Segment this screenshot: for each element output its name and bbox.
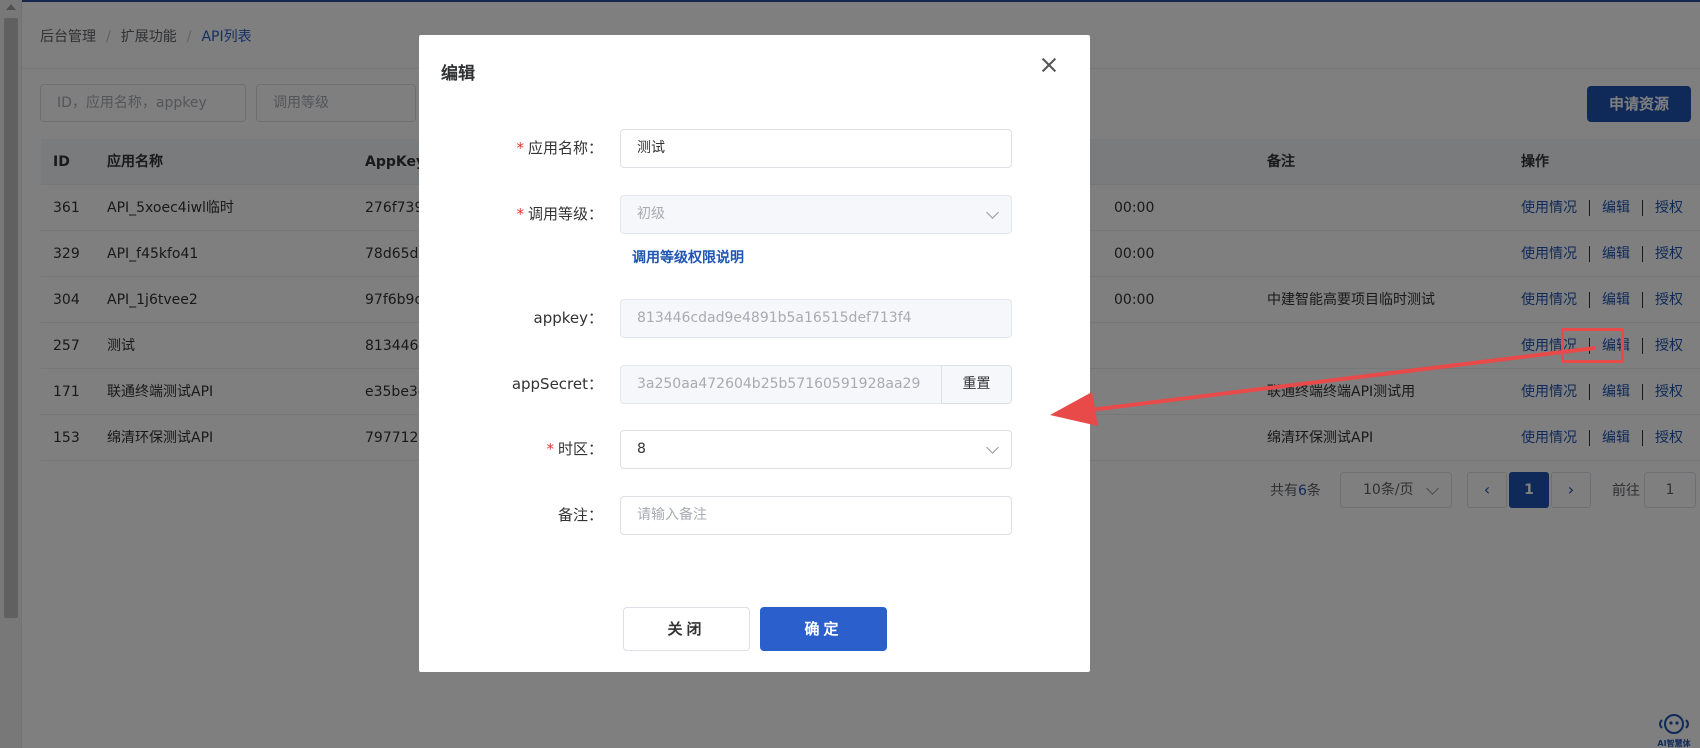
required-mark: *	[516, 139, 524, 157]
appkey-input: 813446cdad9e4891b5a16515def713f4	[620, 299, 1012, 338]
level-label-text: 调用等级：	[527, 205, 603, 223]
level-permission-help-link[interactable]: 调用等级权限说明	[632, 247, 744, 267]
app-name-label: * 应用名称：	[516, 129, 603, 167]
chevron-down-icon	[986, 206, 999, 219]
appsecret-input: 3a250aa472604b25b57160591928aa29	[620, 365, 942, 404]
app-name-input[interactable]: 测试	[620, 129, 1012, 168]
appsecret-label: appSecret：	[511, 375, 603, 393]
level-value: 初级	[637, 206, 665, 222]
timezone-label: * 时区：	[546, 430, 603, 468]
timezone-select[interactable]: 8	[620, 430, 1012, 469]
required-mark: *	[546, 440, 554, 458]
required-mark: *	[516, 205, 524, 223]
reset-secret-button[interactable]: 重置	[941, 365, 1012, 404]
timezone-value: 8	[637, 441, 646, 457]
confirm-button[interactable]: 确定	[760, 607, 887, 651]
timezone-label-text: 时区：	[557, 440, 603, 458]
annotation-arrow-icon	[1050, 346, 1596, 426]
app-name-label-text: 应用名称：	[527, 139, 603, 157]
edit-dialog: 编辑 * 应用名称： 测试 * 调用等级： 初级 调用等级权限说明 appkey： …	[419, 35, 1090, 672]
chevron-down-icon	[986, 441, 999, 454]
appkey-label: appkey：	[533, 309, 604, 327]
note-label: 备注：	[557, 506, 603, 524]
dialog-title: 编辑	[441, 64, 475, 84]
close-icon[interactable]	[1037, 53, 1061, 77]
close-button[interactable]: 关闭	[623, 607, 750, 651]
level-label: * 调用等级：	[516, 195, 603, 233]
note-input[interactable]: 请输入备注	[620, 496, 1012, 535]
level-select: 初级	[620, 195, 1012, 234]
